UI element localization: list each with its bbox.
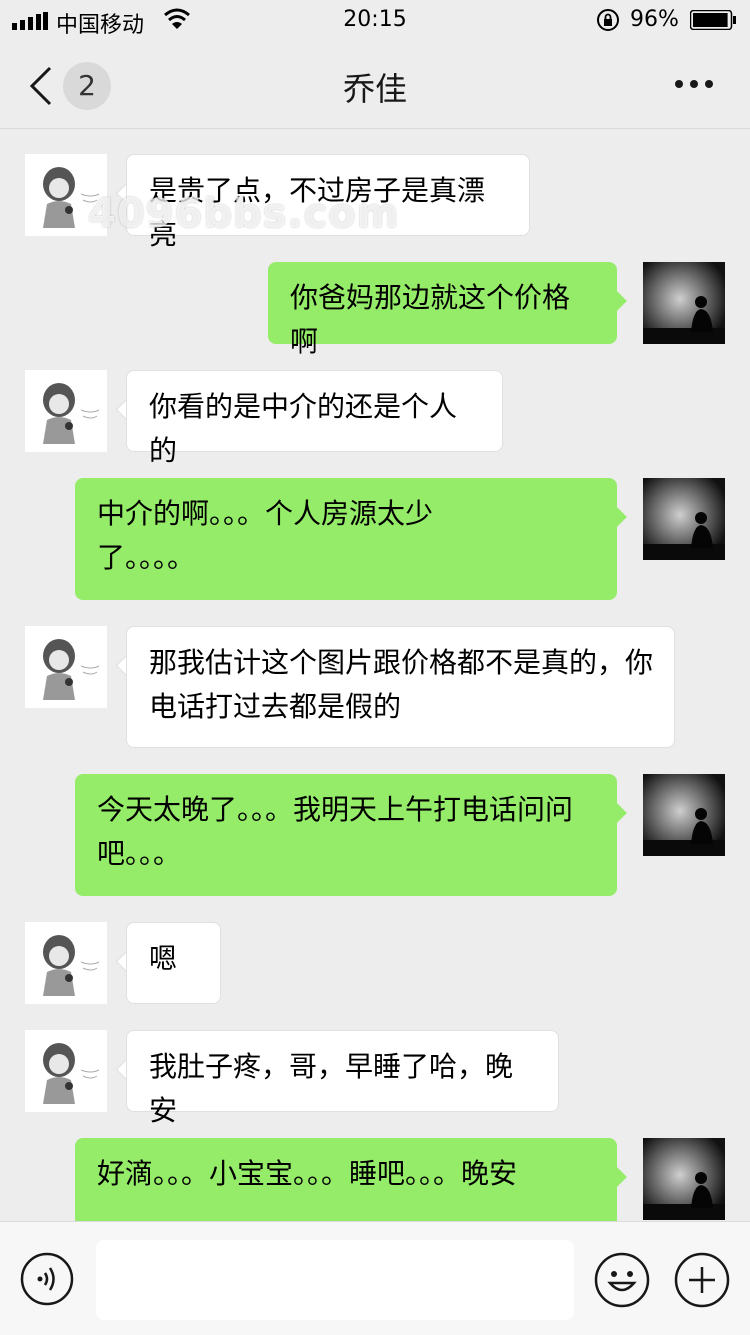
girl-sketch-avatar-image xyxy=(25,626,107,708)
silhouette-avatar-image xyxy=(643,478,725,560)
message-input[interactable] xyxy=(96,1240,574,1320)
message-text: 中介的啊。。。个人房源太少了。。。。 xyxy=(97,497,434,574)
incoming-message-bubble[interactable]: 我肚子疼，哥，早睡了哈，晚安 xyxy=(126,1030,559,1127)
contact-avatar[interactable] xyxy=(25,626,107,708)
girl-sketch-avatar-image xyxy=(25,370,107,452)
incoming-message-bubble[interactable]: 是贵了点，不过房子是真漂亮 xyxy=(126,154,530,251)
incoming-message-bubble[interactable]: 嗯 xyxy=(126,922,221,1004)
status-bar: 中国移动 20:15 96% xyxy=(0,0,750,40)
contact-avatar[interactable] xyxy=(25,154,107,236)
outgoing-message-bubble[interactable]: 好滴。。。小宝宝。。。睡吧。。。晚安 xyxy=(75,1138,617,1221)
girl-sketch-avatar-image xyxy=(25,1030,107,1112)
message-text: 今天太晚了。。。我明天上午打电话问问吧。。。 xyxy=(97,793,574,870)
contact-avatar[interactable] xyxy=(25,370,107,452)
my-avatar[interactable] xyxy=(643,478,725,560)
my-avatar[interactable] xyxy=(643,1138,725,1220)
more-options-icon[interactable] xyxy=(672,68,716,100)
message-text: 是贵了点，不过房子是真漂亮 xyxy=(149,174,486,251)
message-input-bar xyxy=(0,1221,750,1335)
silhouette-avatar-image xyxy=(643,1138,725,1220)
contact-avatar[interactable] xyxy=(25,1030,107,1112)
message-text: 好滴。。。小宝宝。。。睡吧。。。晚安 xyxy=(97,1157,518,1190)
silhouette-avatar-image xyxy=(643,262,725,344)
my-avatar[interactable] xyxy=(643,774,725,856)
message-text: 你爸妈那边就这个价格啊 xyxy=(290,281,571,358)
silhouette-avatar-image xyxy=(643,774,725,856)
battery-icon xyxy=(690,10,736,30)
message-text: 嗯 xyxy=(149,942,178,975)
outgoing-message-bubble[interactable]: 今天太晚了。。。我明天上午打电话问问吧。。。 xyxy=(75,774,617,896)
message-list[interactable]: 是贵了点，不过房子是真漂亮 4096bbs.com 你爸妈那边就这个价格啊 你看… xyxy=(0,129,750,1221)
chat-header: 2 乔佳 xyxy=(0,40,750,129)
contact-avatar[interactable] xyxy=(25,922,107,1004)
contact-name-title: 乔佳 xyxy=(342,70,407,108)
message-text: 你看的是中介的还是个人的 xyxy=(149,390,458,467)
my-avatar[interactable] xyxy=(643,262,725,344)
outgoing-message-bubble[interactable]: 你爸妈那边就这个价格啊 xyxy=(268,262,617,358)
incoming-message-bubble[interactable]: 那我估计这个图片跟价格都不是真的，你电话打过去都是假的 xyxy=(126,626,675,748)
message-text: 那我估计这个图片跟价格都不是真的，你电话打过去都是假的 xyxy=(149,646,654,723)
outgoing-message-bubble[interactable]: 中介的啊。。。个人房源太少了。。。。 xyxy=(75,478,617,600)
incoming-message-bubble[interactable]: 你看的是中介的还是个人的 xyxy=(126,370,503,467)
girl-sketch-avatar-image xyxy=(25,922,107,1004)
battery-percent: 96% xyxy=(630,7,679,32)
rotation-lock-icon xyxy=(597,9,619,31)
emoji-icon[interactable] xyxy=(594,1252,650,1308)
message-text: 我肚子疼，哥，早睡了哈，晚安 xyxy=(149,1050,514,1127)
girl-sketch-avatar-image xyxy=(25,154,107,236)
voice-icon[interactable] xyxy=(20,1252,74,1306)
plus-icon[interactable] xyxy=(674,1252,730,1308)
